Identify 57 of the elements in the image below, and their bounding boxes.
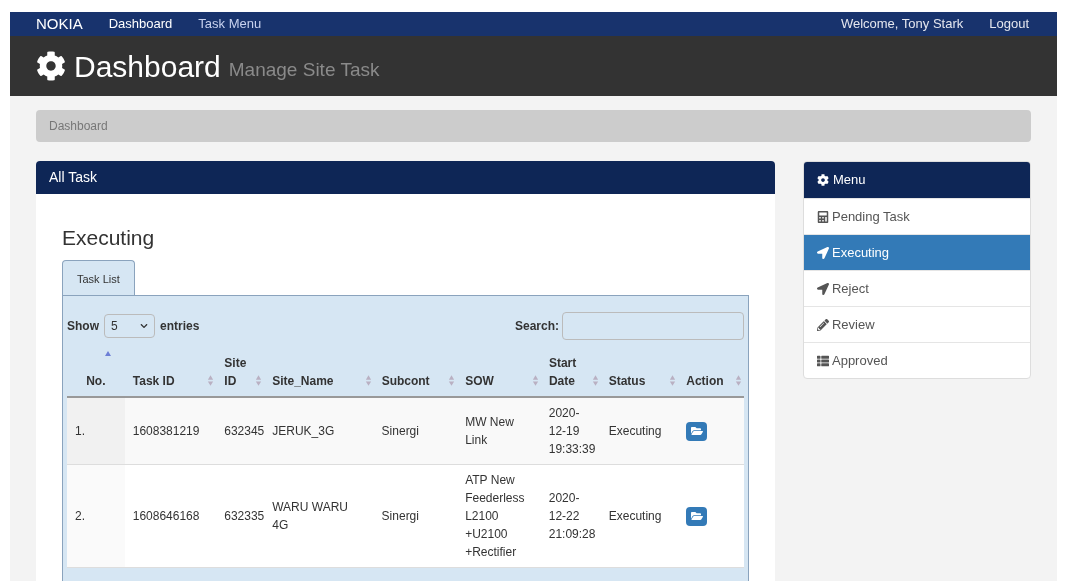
- table-cell-text: Sinergi: [380, 423, 420, 440]
- table-cell-text: JERUK_3G: [271, 423, 336, 440]
- column-header[interactable]: Site_Name: [264, 354, 374, 390]
- tab[interactable]: Task List: [62, 259, 135, 295]
- nav-link[interactable]: Dashboard: [108, 14, 173, 34]
- welcome-text: Welcome, Tony Stark: [840, 15, 964, 34]
- search-field[interactable]: [562, 312, 744, 340]
- menu-item[interactable]: Approved: [804, 342, 1030, 378]
- table-cell-text: Executing: [607, 508, 663, 525]
- nav-link[interactable]: Task Menu: [198, 14, 262, 34]
- pencil-icon: [817, 318, 829, 331]
- table-cell-text: 2020-12-19 19:33:39: [547, 405, 597, 458]
- folder-icon: [690, 510, 703, 522]
- paper-plane-icon: [817, 282, 829, 295]
- table-cell-text: WARU WARU 4G: [271, 499, 349, 534]
- column-header[interactable]: Status: [600, 354, 679, 390]
- paper-plane-icon: [817, 246, 829, 259]
- column-header[interactable]: Action: [678, 354, 744, 390]
- menu-item[interactable]: Reject: [804, 270, 1030, 306]
- gear-icon: [36, 51, 66, 82]
- list-icon: [817, 354, 829, 367]
- table-cell-text: ATP New Feederless L2100 +U2100 +Rectifier: [464, 472, 526, 561]
- page-subtitle: Manage Site Task: [228, 58, 380, 82]
- search-label: Search:: [514, 318, 559, 335]
- table-cell: 1.: [67, 398, 125, 464]
- column-header[interactable]: Subcont: [373, 354, 458, 390]
- menu-item[interactable]: Executing: [804, 234, 1030, 270]
- gear-icon: [817, 174, 829, 186]
- table-cell-text: 1608646168: [131, 508, 201, 525]
- show-label: Show: [67, 318, 99, 335]
- column-header[interactable]: No.: [67, 354, 125, 390]
- panel-title: All Task: [49, 168, 97, 187]
- column-header[interactable]: Site ID: [216, 354, 265, 390]
- menu-title: Menu: [833, 171, 866, 190]
- table-cell: 2.: [67, 465, 125, 567]
- table-cell-text: 632335: [223, 508, 265, 525]
- table-cell-text: Sinergi: [380, 508, 420, 525]
- logout-link[interactable]: Logout: [989, 14, 1029, 34]
- table-cell-text: 632345: [223, 423, 265, 440]
- calculator-icon: [817, 210, 829, 223]
- table-cell-text: 1608381219: [131, 423, 201, 440]
- entries-dropdown[interactable]: 5: [104, 314, 155, 338]
- menu-item[interactable]: Review: [804, 306, 1030, 342]
- folder-icon: [690, 425, 703, 437]
- column-header[interactable]: SOW: [457, 354, 541, 390]
- column-header[interactable]: Start Date: [540, 354, 601, 390]
- table-cell-text: MW New Link: [464, 414, 515, 449]
- entries-label: entries: [160, 318, 200, 335]
- open-folder-button[interactable]: [686, 421, 708, 441]
- table-cell-text: Executing: [607, 423, 663, 440]
- page-title: Dashboard: [74, 48, 221, 85]
- open-folder-button[interactable]: [686, 506, 708, 526]
- column-header[interactable]: Task ID: [124, 354, 217, 390]
- table-cell-text: 2020-12-22 21:09:28: [547, 490, 597, 543]
- brand-logo[interactable]: NOKIA: [36, 13, 83, 36]
- chevron-down-icon: [140, 322, 148, 330]
- section-heading: Executing: [62, 225, 156, 251]
